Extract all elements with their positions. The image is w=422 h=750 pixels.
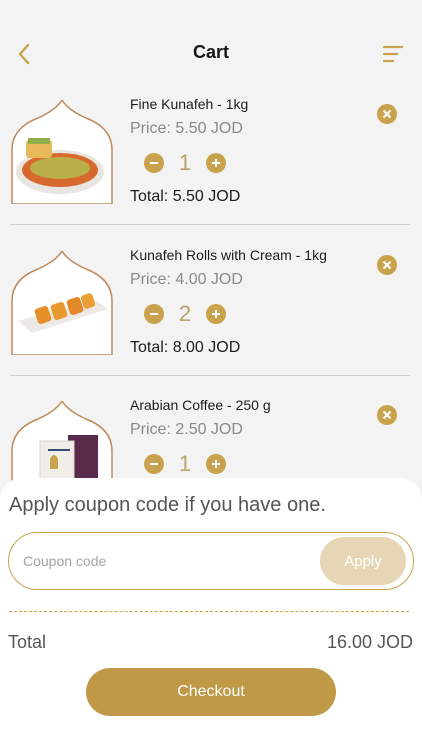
coupon-heading: Apply coupon code if you have one. bbox=[9, 494, 326, 516]
minus-icon bbox=[150, 162, 158, 164]
apply-coupon-button[interactable]: Apply bbox=[320, 537, 406, 585]
quantity-stepper: 2 bbox=[144, 299, 226, 329]
decrease-quantity-button[interactable] bbox=[144, 304, 164, 324]
item-name: Fine Kunafeh - 1kg bbox=[130, 96, 249, 112]
plus-icon bbox=[212, 310, 220, 318]
close-icon bbox=[382, 260, 392, 270]
increase-quantity-button[interactable] bbox=[206, 454, 226, 474]
remove-item-button[interactable] bbox=[377, 104, 397, 124]
minus-icon bbox=[150, 313, 158, 315]
cart-item: Fine Kunafeh - 1kg Price: 5.50 JOD 1 Tot… bbox=[0, 88, 422, 238]
item-total: Total: 8.00 JOD bbox=[130, 339, 241, 356]
plus-icon bbox=[212, 460, 220, 468]
minus-icon bbox=[150, 463, 158, 465]
product-image-kunafeh bbox=[11, 100, 113, 204]
item-divider bbox=[10, 375, 410, 376]
checkout-button[interactable]: Checkout bbox=[86, 668, 336, 716]
quantity-value: 2 bbox=[178, 301, 192, 326]
quantity-stepper: 1 bbox=[144, 148, 226, 178]
plus-icon bbox=[212, 159, 220, 167]
app-header: Cart bbox=[0, 0, 422, 100]
dashed-divider bbox=[9, 611, 409, 612]
filter-lines-icon bbox=[382, 45, 404, 63]
item-price: Price: 2.50 JOD bbox=[130, 421, 243, 438]
item-price: Price: 4.00 JOD bbox=[130, 271, 243, 288]
coupon-field-container: Apply bbox=[8, 532, 414, 590]
item-divider bbox=[10, 224, 410, 225]
close-icon bbox=[382, 410, 392, 420]
decrease-quantity-button[interactable] bbox=[144, 454, 164, 474]
checkout-panel: Apply coupon code if you have one. Apply… bbox=[0, 478, 422, 750]
quantity-value: 1 bbox=[178, 451, 192, 476]
increase-quantity-button[interactable] bbox=[206, 304, 226, 324]
total-label: Total bbox=[8, 632, 47, 652]
remove-item-button[interactable] bbox=[377, 255, 397, 275]
item-name: Kunafeh Rolls with Cream - 1kg bbox=[130, 247, 327, 263]
product-image-kunafeh-rolls bbox=[11, 251, 113, 355]
quantity-value: 1 bbox=[178, 150, 192, 175]
filter-menu-button[interactable] bbox=[382, 44, 404, 64]
coupon-code-input[interactable] bbox=[23, 547, 303, 575]
total-value: 16.00 JOD bbox=[326, 632, 413, 652]
item-price: Price: 5.50 JOD bbox=[130, 120, 243, 137]
cart-item: Kunafeh Rolls with Cream - 1kg Price: 4.… bbox=[0, 239, 422, 389]
quantity-stepper: 1 bbox=[144, 449, 226, 479]
decrease-quantity-button[interactable] bbox=[144, 153, 164, 173]
increase-quantity-button[interactable] bbox=[206, 153, 226, 173]
item-total: Total: 5.50 JOD bbox=[130, 188, 241, 205]
close-icon bbox=[382, 109, 392, 119]
item-name: Arabian Coffee - 250 g bbox=[130, 397, 271, 413]
page-title: Cart bbox=[192, 42, 229, 62]
remove-item-button[interactable] bbox=[377, 405, 397, 425]
